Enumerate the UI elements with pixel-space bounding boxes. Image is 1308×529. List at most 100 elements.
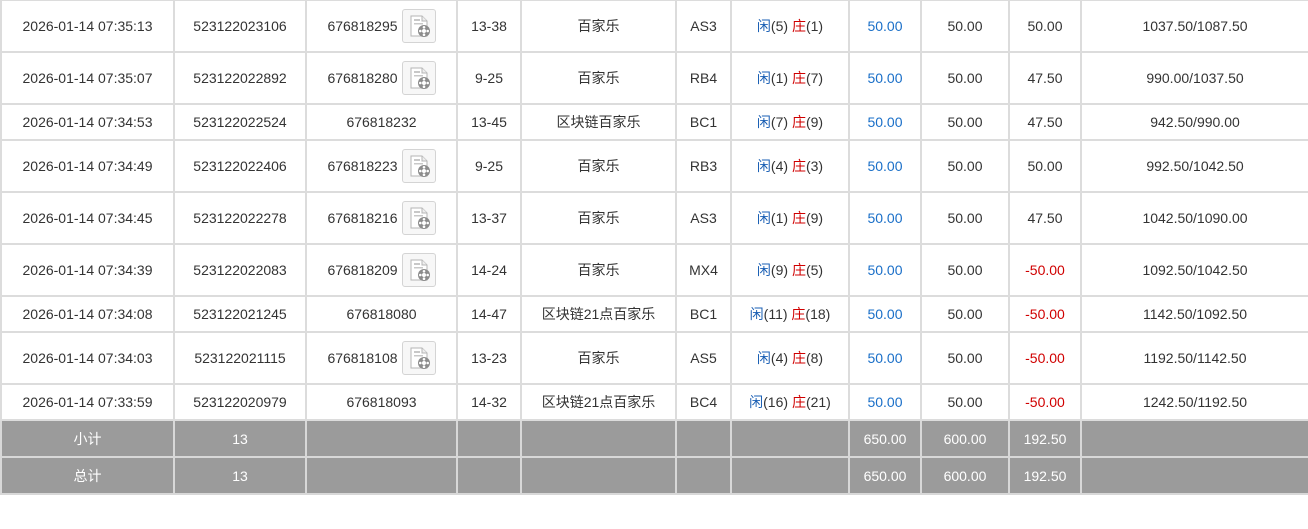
player-points: (9) (770, 262, 789, 278)
records-body: 2026-01-14 07:35:13 523122023106 6768182… (0, 0, 1308, 495)
game-type: 区块链21点百家乐 (520, 383, 677, 421)
player-label: 闲 (756, 262, 771, 278)
banker-label: 庄 (791, 158, 806, 174)
shoe-code: BC1 (675, 103, 732, 141)
banker-points: (3) (805, 158, 824, 174)
round-cell: 676818280 (305, 51, 458, 105)
bet-amount: 50.00 (848, 191, 922, 245)
bet-number: 523122020979 (173, 383, 307, 421)
round-cell: 676818223 (305, 139, 458, 193)
balance: 942.50/990.00 (1080, 103, 1308, 141)
round-cell: 676818209 (305, 243, 458, 297)
bet-amount: 50.00 (848, 139, 922, 193)
win-loss: 47.50 (1008, 51, 1082, 105)
video-replay-icon[interactable] (401, 341, 436, 375)
table-number: 14-24 (456, 243, 522, 297)
round-cell: 676818108 (305, 331, 458, 385)
total-valid: 600.00 (920, 456, 1010, 495)
result-cell: 闲(4) 庄(8) (730, 331, 850, 385)
valid-bet: 50.00 (920, 51, 1010, 105)
subtotal-empty (456, 419, 522, 458)
subtotal-label: 小计 (0, 419, 175, 458)
bet-time: 2026-01-14 07:34:39 (0, 243, 175, 297)
valid-bet: 50.00 (920, 103, 1010, 141)
bet-number: 523122022278 (173, 191, 307, 245)
bet-time: 2026-01-14 07:34:53 (0, 103, 175, 141)
balance: 1037.50/1087.50 (1080, 0, 1308, 53)
table-number: 9-25 (456, 51, 522, 105)
total-empty (456, 456, 522, 495)
bet-number: 523122022892 (173, 51, 307, 105)
round-number: 676818216 (327, 210, 398, 226)
bet-time: 2026-01-14 07:35:13 (0, 0, 175, 53)
player-points: (1) (770, 70, 789, 86)
result-cell: 闲(4) 庄(3) (730, 139, 850, 193)
game-type: 百家乐 (520, 51, 677, 105)
bet-number: 523122021115 (173, 331, 307, 385)
table-row: 2026-01-14 07:35:07 523122022892 6768182… (0, 51, 1308, 105)
subtotal-count: 13 (173, 419, 307, 458)
valid-bet: 50.00 (920, 191, 1010, 245)
win-loss: -50.00 (1008, 295, 1082, 333)
banker-points: (9) (805, 114, 824, 130)
player-points: (7) (770, 114, 789, 130)
bet-number: 523122023106 (173, 0, 307, 53)
records-table-wrapper: 2026-01-14 07:35:13 523122023106 6768182… (0, 0, 1308, 495)
bet-number: 523122022083 (173, 243, 307, 297)
balance: 990.00/1037.50 (1080, 51, 1308, 105)
table-row: 2026-01-14 07:34:45 523122022278 6768182… (0, 191, 1308, 245)
total-row: 总计 13 650.00 600.00 192.50 (0, 456, 1308, 495)
total-empty (730, 456, 850, 495)
player-points: (11) (763, 306, 788, 322)
video-replay-icon[interactable] (401, 149, 436, 183)
video-replay-icon[interactable] (401, 9, 436, 43)
round-cell: 676818093 (305, 383, 458, 421)
round-number: 676818108 (327, 350, 398, 366)
banker-points: (18) (805, 306, 831, 322)
game-type: 百家乐 (520, 243, 677, 297)
bet-number: 523122022524 (173, 103, 307, 141)
total-empty (1080, 456, 1308, 495)
table-row: 2026-01-14 07:34:03 523122021115 6768181… (0, 331, 1308, 385)
game-type: 百家乐 (520, 139, 677, 193)
shoe-code: RB3 (675, 139, 732, 193)
subtotal-empty (1080, 419, 1308, 458)
total-empty (305, 456, 458, 495)
video-replay-icon[interactable] (401, 253, 436, 287)
win-loss: -50.00 (1008, 243, 1082, 297)
player-label: 闲 (756, 350, 771, 366)
table-number: 13-38 (456, 0, 522, 53)
round-number: 676818223 (327, 158, 398, 174)
game-type: 百家乐 (520, 0, 677, 53)
win-loss: 47.50 (1008, 191, 1082, 245)
bet-records-table: 2026-01-14 07:35:13 523122023106 6768182… (0, 0, 1308, 495)
total-empty (520, 456, 677, 495)
table-number: 14-32 (456, 383, 522, 421)
round-number: 676818093 (346, 394, 417, 410)
video-replay-icon[interactable] (401, 61, 436, 95)
bet-amount: 50.00 (848, 383, 922, 421)
shoe-code: RB4 (675, 51, 732, 105)
round-cell: 676818216 (305, 191, 458, 245)
banker-points: (1) (805, 18, 824, 34)
shoe-code: MX4 (675, 243, 732, 297)
player-label: 闲 (756, 70, 771, 86)
video-replay-icon[interactable] (401, 201, 436, 235)
shoe-code: AS3 (675, 191, 732, 245)
balance: 1092.50/1042.50 (1080, 243, 1308, 297)
shoe-code: BC1 (675, 295, 732, 333)
bet-amount: 50.00 (848, 0, 922, 53)
shoe-code: AS5 (675, 331, 732, 385)
table-row: 2026-01-14 07:33:59 523122020979 6768180… (0, 383, 1308, 421)
table-number: 13-45 (456, 103, 522, 141)
banker-label: 庄 (791, 18, 806, 34)
player-points: (16) (763, 394, 789, 410)
subtotal-empty (730, 419, 850, 458)
subtotal-valid: 600.00 (920, 419, 1010, 458)
table-number: 13-37 (456, 191, 522, 245)
subtotal-empty (305, 419, 458, 458)
valid-bet: 50.00 (920, 331, 1010, 385)
round-number: 676818295 (327, 18, 398, 34)
result-cell: 闲(1) 庄(7) (730, 51, 850, 105)
round-number: 676818209 (327, 262, 398, 278)
